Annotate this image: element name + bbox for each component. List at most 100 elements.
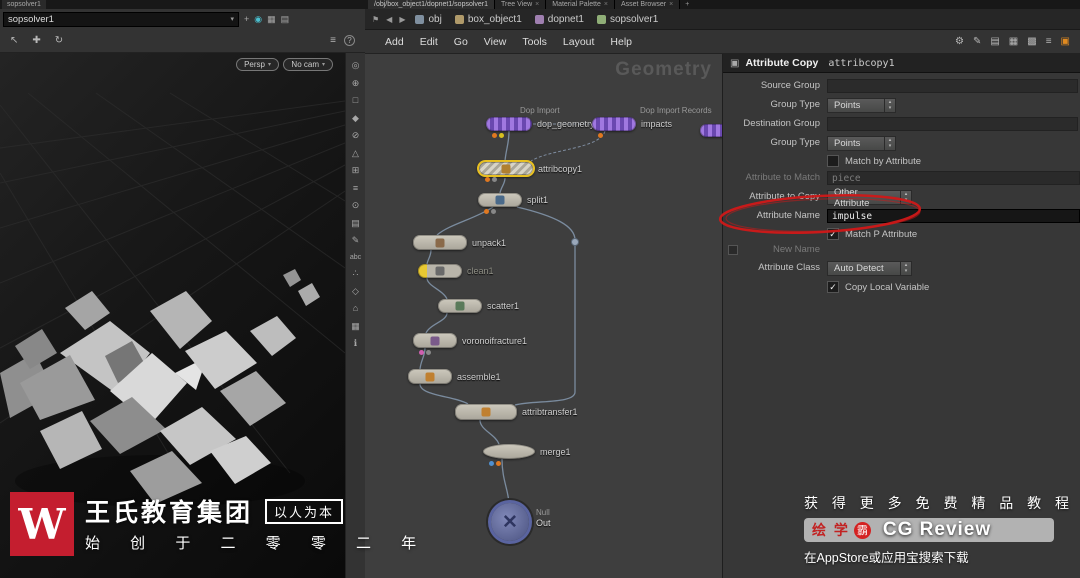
attribute-to-match-field[interactable]: piece [827,171,1080,185]
points-display-icon[interactable]: ∴ [353,269,359,278]
path-tab[interactable]: /obj/box_object1/dopnet1/sopsolver1 [368,0,496,9]
node-merge1[interactable]: merge1 [483,444,571,466]
match-by-attribute-checkbox[interactable] [827,155,839,167]
help-icon[interactable]: ? [344,35,355,46]
spinner-icon[interactable]: ▴ ▾ [885,98,896,113]
list-view-icon[interactable]: ≡ [1046,36,1052,47]
menu-edit[interactable]: Edit [412,36,446,48]
forward-icon[interactable]: ▶ [399,15,405,24]
camera-dropdown[interactable]: No cam ▾ [283,58,333,71]
hide-icon[interactable]: ⊘ [352,131,360,140]
breadcrumb-dopnet1[interactable]: dopnet1 [532,14,587,25]
pane-tabs-bar: sopsolver1 /obj/box_object1/dopnet1/sops… [0,0,1080,9]
match-p-attribute-checkbox[interactable]: ✓ [827,228,839,240]
tab-tree-view[interactable]: Tree View × [495,0,547,9]
node-assemble1[interactable]: assemble1 [408,369,501,384]
chevron-down-icon[interactable]: ▾ [230,15,234,23]
node-out-null[interactable]: ✕ Null Out [491,503,551,541]
menu-view[interactable]: View [476,36,515,48]
annotate-icon[interactable]: ✎ [352,236,360,245]
attribute-class-dropdown[interactable]: Auto Detect ▴ ▾ [827,261,912,276]
spinner-icon[interactable]: ▴ ▾ [901,190,912,205]
attribute-name-field[interactable]: impulse [827,209,1080,223]
persp-view-dropdown[interactable]: Persp ▾ [236,58,279,71]
node-voronoifracture1[interactable]: voronoifracture1 [413,333,527,355]
node-clean1[interactable]: clean1 [418,264,494,278]
copy-local-variable-checkbox[interactable]: ✓ [827,281,839,293]
grid-icon[interactable]: ⊞ [352,166,360,175]
normals-icon[interactable]: △ [352,148,359,158]
close-icon[interactable]: × [604,0,608,9]
close-icon[interactable]: × [535,0,539,9]
text-overlay-icon[interactable]: abc [350,254,361,261]
dopnet-icon [534,14,544,24]
home-view-icon[interactable]: ⌂ [353,304,358,313]
param-row-attribute-to-copy: Attribute to Copy Other Attribute ▴ ▾ [723,187,1080,209]
node-attribcopy1[interactable]: attribcopy1 [477,160,582,182]
add-tab-icon[interactable]: + [680,0,694,9]
menu-help[interactable]: Help [602,36,640,48]
spinner-icon[interactable]: ▴ ▾ [885,136,896,151]
select-box-icon[interactable]: □ [353,96,358,105]
attribute-to-copy-dropdown[interactable]: Other Attribute ▴ ▾ [827,187,912,209]
viewport-path-bar: sopsolver1 ▾ + ◉ ▦ ▤ [0,9,365,29]
tab-asset-browser[interactable]: Asset Browser × [614,0,681,9]
node-impacts[interactable]: Dop Import Records impacts [592,106,712,138]
node-attribtransfer1[interactable]: attribtransfer1 [455,404,578,420]
menu-layout[interactable]: Layout [555,36,603,48]
list-icon[interactable]: ≡ [353,183,358,193]
left-pane-tab[interactable]: sopsolver1 [2,0,46,9]
breadcrumb-box-object1[interactable]: box_object1 [452,14,525,25]
group-type-dst-dropdown[interactable]: Points ▴ ▾ [827,136,896,151]
close-icon[interactable]: × [669,0,673,9]
breadcrumb-sopsolver1[interactable]: sopsolver1 [594,14,661,25]
param-row-source-group: Source Group [723,78,1080,95]
settings-icon[interactable]: ⚙ [955,36,964,47]
takes-icon[interactable]: ▣ [1061,36,1070,47]
grid-view-icon[interactable]: ▦ [1009,36,1018,47]
view-tool-icon[interactable]: ◎ [352,61,360,70]
add-geo-icon[interactable]: ⊕ [352,78,360,88]
network-dot[interactable] [571,238,579,246]
spinner-icon[interactable]: ▴ ▾ [901,261,912,276]
panel-icon[interactable]: ▤ [351,218,360,228]
node-name-field[interactable]: attribcopy1 [828,58,894,69]
viewport-path-field[interactable]: sopsolver1 ▾ [3,11,239,27]
menu-tools[interactable]: Tools [514,36,555,48]
node-badges [492,133,504,138]
destination-group-field[interactable] [827,117,1078,131]
menu-icon[interactable]: ≡ [330,35,336,46]
company-motto: 以人为本 [265,498,344,524]
display-options-icon[interactable]: ⊙ [352,201,360,210]
param-row-match-by-attribute: Match by Attribute [723,153,1080,170]
multigrid-icon[interactable]: ▦ [351,321,360,331]
node-dop-import-partial[interactable] [700,124,722,137]
move-tool-icon[interactable]: ✚ [32,35,40,46]
menu-add[interactable]: Add [377,36,412,48]
split-pane-icon[interactable]: + [244,14,249,24]
node-split1[interactable]: split1 [478,193,548,214]
group-type-src-dropdown[interactable]: Points ▴ ▾ [827,98,896,113]
source-group-field[interactable] [827,79,1078,93]
voronoifracture-icon [430,336,440,345]
node-scatter1[interactable]: scatter1 [438,299,519,313]
edit-params-icon[interactable]: ✎ [973,36,981,47]
breadcrumb-obj[interactable]: obj [412,14,444,25]
node-dop-geometry[interactable]: Dop Import dop_geometry [486,106,595,138]
wireframe-icon[interactable]: ◇ [352,286,359,296]
promo-banner: 绘 学 霸 CG Review [804,518,1054,542]
select-tool-icon[interactable]: ↖ [10,35,18,46]
snap-icon[interactable]: ◆ [352,113,359,123]
panel-layout-icon[interactable]: ▤ [281,14,290,24]
tab-material-palette[interactable]: Material Palette × [546,0,615,9]
info-icon[interactable]: ℹ [354,339,357,348]
menu-go[interactable]: Go [446,36,476,48]
rotate-tool-icon[interactable]: ↻ [55,35,63,46]
node-unpack1[interactable]: unpack1 [413,235,506,250]
panel-icon[interactable]: ▤ [990,36,999,47]
record-icon[interactable]: ◉ [254,14,262,24]
table-view-icon[interactable]: ▩ [1027,36,1036,47]
pin-icon[interactable]: ⚑ [372,15,379,24]
back-icon[interactable]: ◀ [386,15,392,24]
grid-layout-icon[interactable]: ▦ [267,14,276,24]
